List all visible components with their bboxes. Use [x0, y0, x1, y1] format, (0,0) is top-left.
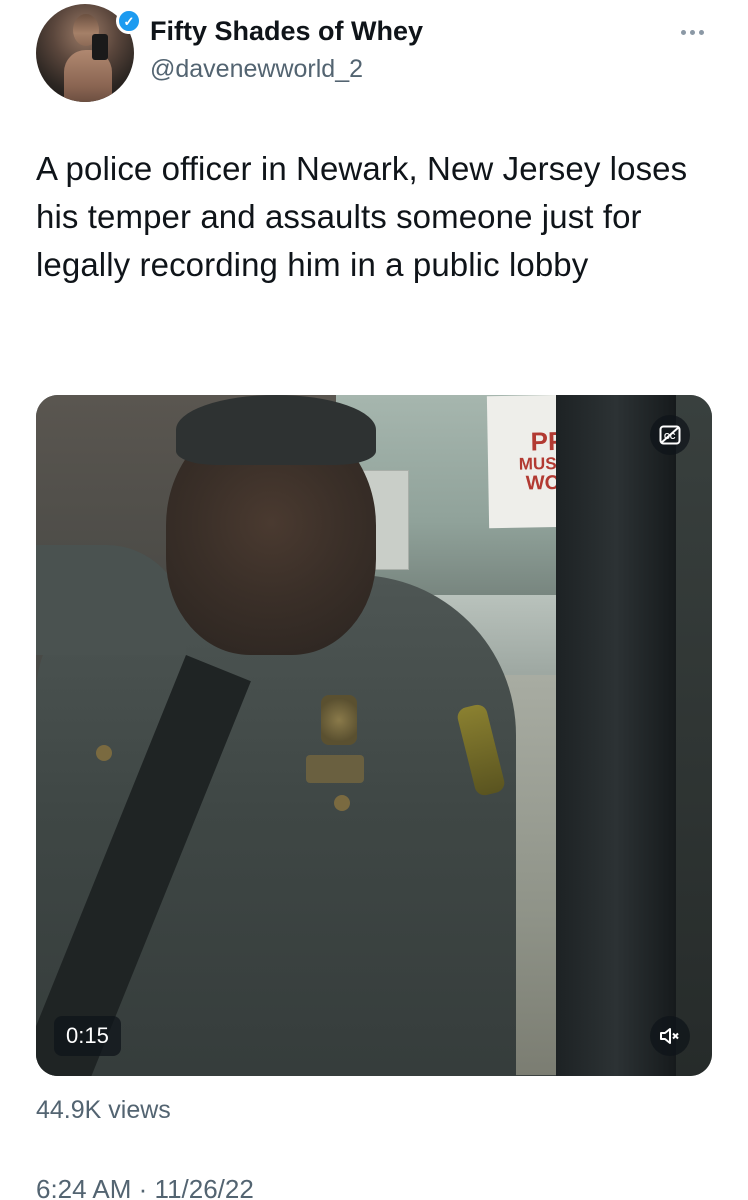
tweet-date: 11/26/22 [154, 1174, 254, 1200]
author-display-name[interactable]: Fifty Shades of Whey [150, 16, 423, 47]
avatar-phone-shape [92, 34, 108, 60]
tweet-header: ✓ Fifty Shades of Whey @davenewworld_2 [36, 0, 712, 110]
uniform-badge [321, 695, 357, 745]
verified-badge-icon: ✓ [116, 8, 142, 34]
tweet-timestamp[interactable]: 6:24 AM · 11/26/22 [36, 1174, 254, 1200]
video-frame: PPE MUST BE WORN [36, 395, 712, 1076]
officer-hair [176, 395, 376, 465]
timestamp-separator: · [138, 1174, 148, 1200]
video-duration: 0:15 [54, 1016, 121, 1056]
uniform-nameplate [306, 755, 364, 783]
tweet-text: A police officer in Newark, New Jersey l… [36, 150, 688, 283]
author-handle[interactable]: @davenewworld_2 [150, 55, 363, 84]
view-count: 44.9K views [36, 1096, 171, 1124]
more-options-icon[interactable] [672, 20, 712, 44]
door-frame [556, 395, 676, 1076]
svg-text:CC: CC [664, 432, 676, 441]
speaker-muted-icon[interactable] [650, 1016, 690, 1056]
tweet-time: 6:24 AM [36, 1174, 132, 1200]
video-player[interactable]: PPE MUST BE WORN CC 0:15 [36, 395, 712, 1076]
captions-icon[interactable]: CC [650, 415, 690, 455]
